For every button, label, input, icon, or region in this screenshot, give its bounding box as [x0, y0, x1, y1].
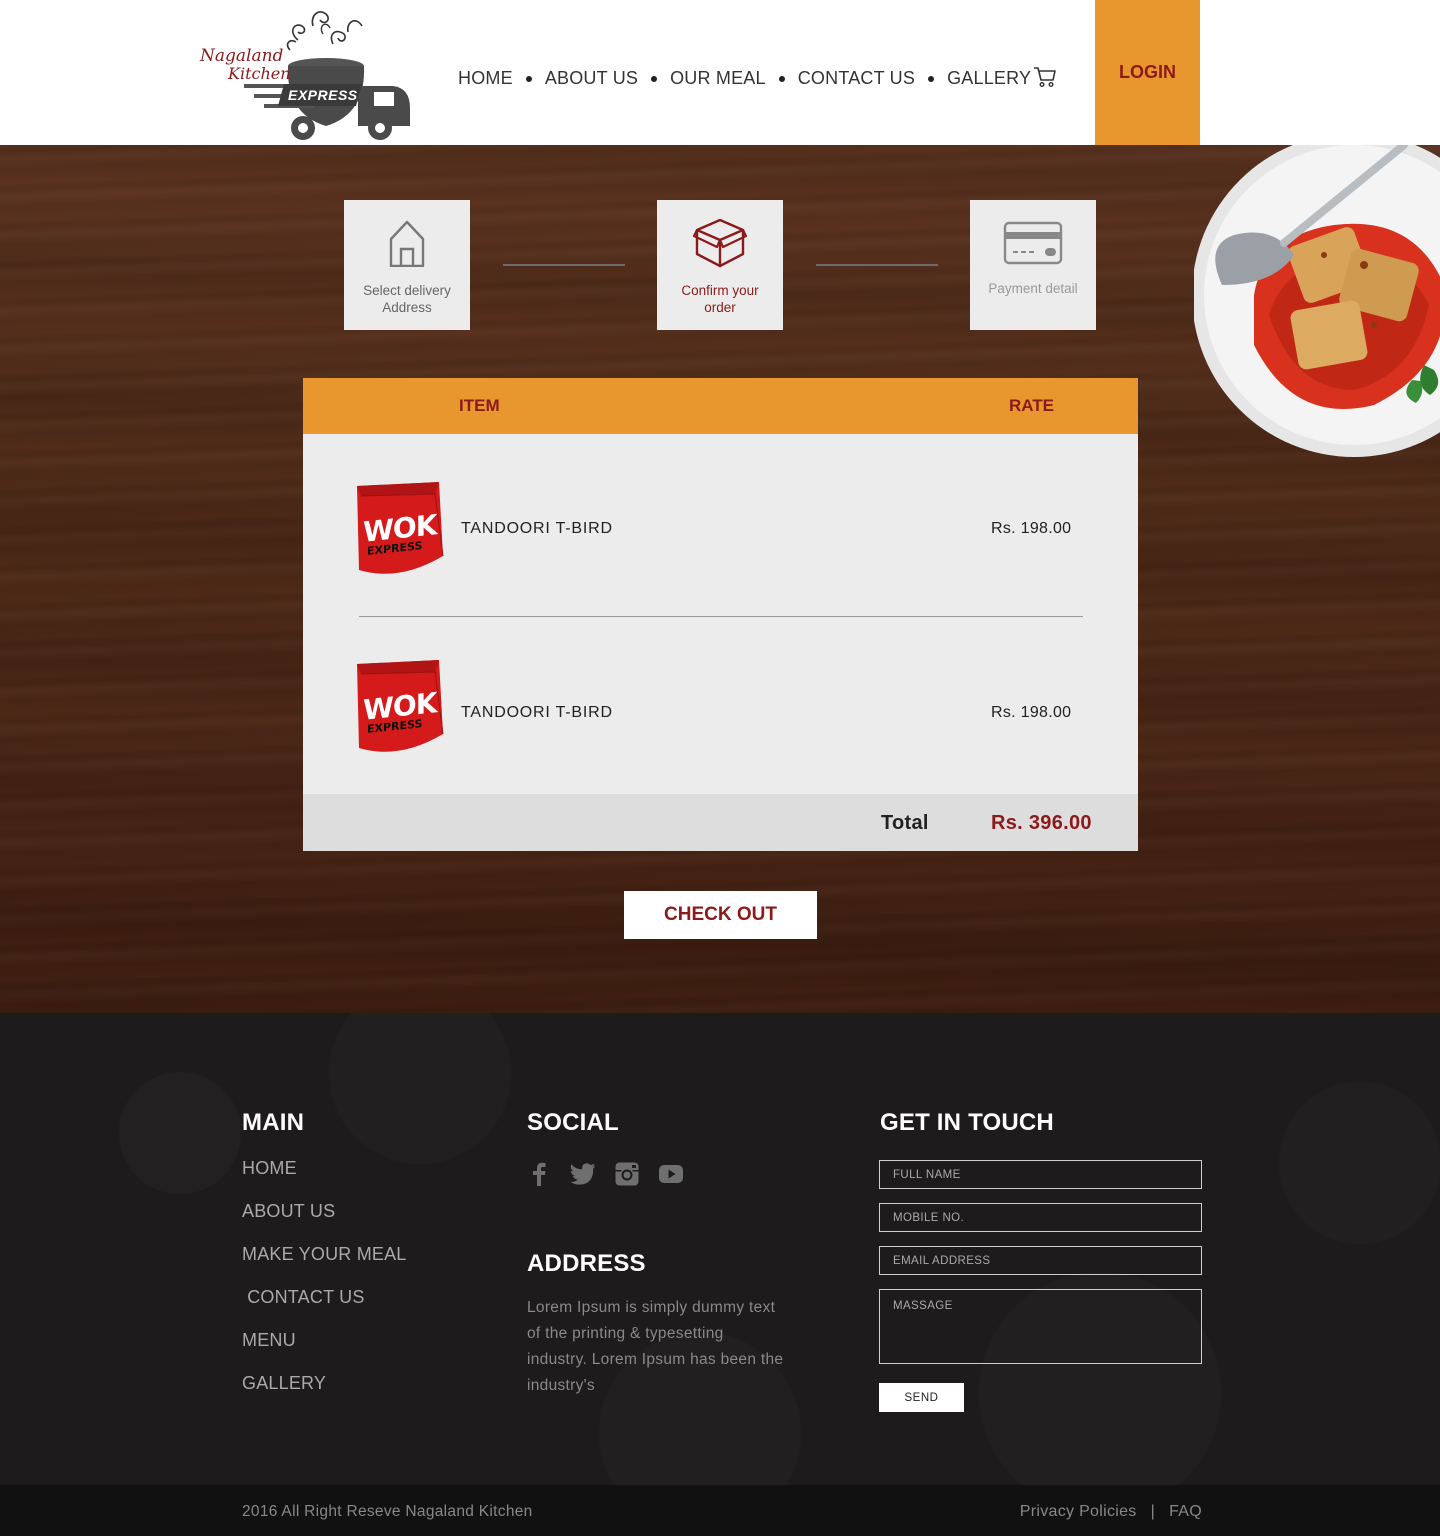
step-label: Select delivery Address	[352, 282, 462, 316]
item-name: TANDOORI T-BIRD	[461, 520, 613, 537]
wok-box-image: WOK EXPRESS	[351, 656, 447, 758]
message-field[interactable]	[879, 1289, 1202, 1364]
footer-link-make-your-meal[interactable]: MAKE YOUR MEAL	[242, 1244, 407, 1265]
site-logo[interactable]: Nagaland Kitchen EXPRESS	[198, 4, 414, 142]
food-plate-image	[1192, 145, 1440, 465]
nav-about-us[interactable]: ABOUT US	[545, 68, 638, 89]
footer-bottom-links: Privacy Policies | FAQ	[1020, 1503, 1202, 1521]
item-rate: Rs. 198.00	[991, 704, 1072, 721]
nav-separator-dot	[928, 75, 935, 82]
order-total-bar: Total Rs. 396.00	[303, 794, 1138, 851]
logo-text-kitchen: Kitchen	[228, 64, 291, 83]
footer-social-heading: SOCIAL	[527, 1109, 619, 1136]
table-row: WOK EXPRESS TANDOORI T-BIRD Rs. 198.00	[303, 478, 1138, 598]
total-value: Rs. 396.00	[991, 812, 1092, 834]
house-icon	[377, 216, 437, 270]
youtube-icon[interactable]	[658, 1161, 684, 1187]
table-header: ITEM RATE	[303, 378, 1138, 434]
twitter-icon[interactable]	[570, 1161, 596, 1187]
facebook-icon[interactable]	[526, 1161, 552, 1187]
table-row: WOK EXPRESS TANDOORI T-BIRD Rs. 198.00	[303, 656, 1138, 776]
row-divider	[359, 616, 1083, 617]
step-label-line2: order	[704, 300, 736, 315]
site-header: Nagaland Kitchen EXPRESS HOME ABOUT US O…	[0, 0, 1440, 145]
footer-link-gallery[interactable]: GALLERY	[242, 1373, 326, 1394]
step-label-line1: Select delivery	[363, 283, 451, 298]
step-confirm-order[interactable]: Confirm your order	[657, 200, 783, 330]
faq-link[interactable]: FAQ	[1169, 1503, 1202, 1521]
mobile-field[interactable]	[879, 1203, 1202, 1232]
footer-link-contact-us[interactable]: CONTACT US	[242, 1287, 365, 1308]
step-label: Confirm your order	[665, 282, 775, 316]
step-label: Payment detail	[978, 280, 1088, 297]
step-connector	[816, 264, 938, 266]
full-name-field[interactable]	[879, 1160, 1202, 1189]
wok-box-image: WOK EXPRESS	[351, 478, 447, 580]
credit-card-icon	[1003, 216, 1063, 270]
item-rate: Rs. 198.00	[991, 520, 1072, 537]
step-select-address[interactable]: Select delivery Address	[344, 200, 470, 330]
footer-bottom-bar: 2016 All Right Reseve Nagaland Kitchen P…	[0, 1485, 1440, 1536]
email-field[interactable]	[879, 1246, 1202, 1275]
step-label-line1: Payment detail	[988, 281, 1078, 296]
total-label: Total	[881, 812, 929, 834]
step-payment-detail[interactable]: Payment detail	[970, 200, 1096, 330]
logo-text-nagaland: Nagaland	[200, 46, 284, 66]
footer-address-heading: ADDRESS	[527, 1250, 646, 1277]
nav-gallery[interactable]: GALLERY	[947, 68, 1031, 89]
column-header-rate: RATE	[1009, 396, 1055, 415]
box-icon	[690, 216, 750, 270]
cart-icon[interactable]	[1033, 66, 1057, 88]
logo-text-express: EXPRESS	[288, 87, 358, 103]
footer-address-text: Lorem Ipsum is simply dummy text of the …	[527, 1299, 784, 1394]
nav-our-meal[interactable]: OUR MEAL	[670, 68, 766, 89]
main-nav: HOME ABOUT US OUR MEAL CONTACT US GALLER…	[458, 68, 1031, 89]
item-name: TANDOORI T-BIRD	[461, 704, 613, 721]
social-links	[526, 1161, 684, 1187]
order-summary-table: ITEM RATE WOK EXPRESS TANDOORI T-BIRD Rs…	[303, 378, 1138, 851]
nav-separator-dot	[778, 75, 785, 82]
footer-link-about-us[interactable]: ABOUT US	[242, 1201, 335, 1222]
step-label-line1: Confirm your	[681, 283, 759, 298]
footer-link-menu[interactable]: MENU	[242, 1330, 296, 1351]
copyright-text: 2016 All Right Reseve Nagaland Kitchen	[242, 1503, 533, 1520]
nav-contact-us[interactable]: CONTACT US	[798, 68, 915, 89]
site-footer: MAIN HOME ABOUT US MAKE YOUR MEAL CONTAC…	[0, 1013, 1440, 1485]
privacy-policies-link[interactable]: Privacy Policies	[1020, 1503, 1137, 1521]
order-section: Select delivery Address Confirm your ord…	[0, 145, 1440, 1013]
nav-home[interactable]: HOME	[458, 68, 513, 89]
send-button[interactable]: SEND	[879, 1383, 964, 1412]
checkout-button[interactable]: CHECK OUT	[624, 891, 817, 939]
column-header-item: ITEM	[459, 396, 500, 415]
footer-main-heading: MAIN	[242, 1109, 305, 1136]
nav-separator-dot	[651, 75, 658, 82]
login-button[interactable]: LOGIN	[1095, 0, 1200, 145]
step-label-line2: Address	[382, 300, 432, 315]
nav-separator-dot	[525, 75, 532, 82]
link-separator: |	[1150, 1503, 1156, 1520]
instagram-icon[interactable]	[614, 1161, 640, 1187]
footer-contact-heading: GET IN TOUCH	[880, 1109, 1054, 1136]
step-connector	[503, 264, 625, 266]
footer-link-home[interactable]: HOME	[242, 1158, 297, 1179]
